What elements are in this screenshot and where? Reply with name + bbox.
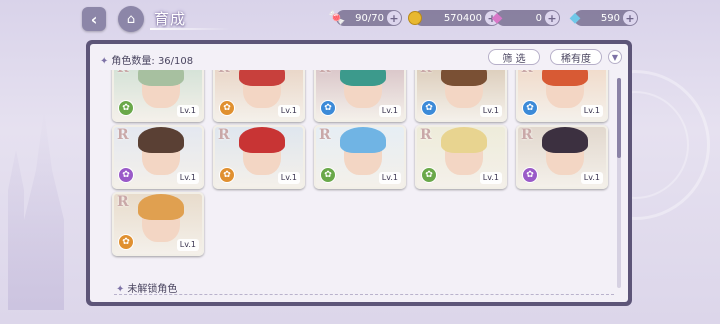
add-blue-gem-button[interactable]: + bbox=[623, 11, 637, 25]
character-card[interactable]: R ✿ Lv.1 bbox=[314, 70, 406, 122]
character-portrait-hair bbox=[239, 70, 285, 86]
rarity-badge: R bbox=[117, 70, 129, 76]
level-badge: Lv.1 bbox=[378, 105, 401, 117]
character-card[interactable]: R ✿ Lv.1 bbox=[314, 125, 406, 189]
blue-gem-counter: ◆ 590 + bbox=[570, 10, 638, 26]
character-count: ✦ 角色数量: 36/108 bbox=[100, 52, 193, 67]
character-portrait-hair bbox=[542, 70, 588, 86]
level-badge: Lv.1 bbox=[580, 172, 603, 184]
level-badge: Lv.1 bbox=[479, 105, 502, 117]
character-portrait-hair bbox=[138, 70, 184, 86]
sort-toggle-icon: ▼ bbox=[611, 52, 619, 62]
character-panel: ✦角色数量: 36/108 筛 选 稀有度 ▼ R ✿ Lv.1 R ✿ Lv.1 R ✿ Lv… bbox=[86, 40, 632, 306]
character-portrait-hair bbox=[340, 127, 386, 153]
scrollbar[interactable] bbox=[617, 78, 621, 288]
character-grid: R ✿ Lv.1 R ✿ Lv.1 R ✿ Lv.1 R ✿ Lv.1 R ✿ Lv.1 R ✿ Lv.1 R ✿ Lv… bbox=[108, 70, 612, 290]
character-portrait-hair bbox=[542, 127, 588, 153]
scrollbar-thumb[interactable] bbox=[617, 78, 621, 158]
home-button[interactable]: ⌂ bbox=[118, 6, 144, 32]
level-badge: Lv.1 bbox=[378, 172, 401, 184]
element-icon: ✿ bbox=[219, 167, 235, 183]
character-panel-body: ✦角色数量: 36/108 筛 选 稀有度 ▼ R ✿ Lv.1 R ✿ Lv.1 R ✿ Lv… bbox=[90, 44, 628, 302]
rarity-sort-button[interactable]: 稀有度 bbox=[550, 49, 602, 65]
stamina-value: 90/70 bbox=[355, 12, 384, 24]
element-icon: ✿ bbox=[522, 167, 538, 183]
rarity-badge: R bbox=[117, 194, 129, 210]
page-title: 育成 bbox=[154, 10, 187, 28]
panel-header: ✦ 角色数量: 36/108 筛 选 稀有度 ▼ bbox=[90, 44, 628, 72]
level-badge: Lv.1 bbox=[176, 172, 199, 184]
level-badge: Lv.1 bbox=[277, 172, 300, 184]
rarity-badge: R bbox=[521, 127, 533, 143]
element-icon: ✿ bbox=[118, 100, 134, 116]
coin-icon bbox=[405, 8, 425, 28]
element-icon: ✿ bbox=[320, 167, 336, 183]
add-pink-gem-button[interactable]: + bbox=[545, 11, 559, 25]
element-icon: ✿ bbox=[421, 100, 437, 116]
rarity-badge: R bbox=[420, 70, 432, 76]
element-icon: ✿ bbox=[118, 167, 134, 183]
character-card[interactable]: R ✿ Lv.1 bbox=[213, 70, 305, 122]
sort-toggle-button[interactable]: ▼ bbox=[608, 50, 622, 64]
back-arrow-icon: ‹ bbox=[90, 9, 98, 29]
rarity-badge: R bbox=[218, 70, 230, 76]
background-castle bbox=[8, 110, 64, 310]
level-badge: Lv.1 bbox=[277, 105, 300, 117]
stamina-counter: 🍬 90/70 + bbox=[328, 10, 402, 26]
coin-value: 570400 bbox=[443, 12, 482, 24]
level-badge: Lv.1 bbox=[176, 105, 199, 117]
locked-section-divider bbox=[114, 294, 614, 295]
rarity-badge: R bbox=[521, 70, 533, 76]
home-icon: ⌂ bbox=[126, 11, 136, 27]
back-button[interactable]: ‹ bbox=[82, 7, 106, 31]
character-card[interactable]: R ✿ Lv.1 bbox=[112, 192, 204, 256]
character-portrait-hair bbox=[138, 127, 184, 153]
element-icon: ✿ bbox=[118, 234, 134, 250]
element-icon: ✿ bbox=[219, 100, 235, 116]
character-portrait-hair bbox=[441, 127, 487, 153]
character-card[interactable]: R ✿ Lv.1 bbox=[516, 70, 608, 122]
rarity-badge: R bbox=[117, 127, 129, 143]
character-card[interactable]: R ✿ Lv.1 bbox=[112, 70, 204, 122]
character-count-text: 角色数量: 36/108 bbox=[111, 56, 194, 67]
pink-gem-counter: ◆ 0 + bbox=[492, 10, 560, 26]
rarity-badge: R bbox=[218, 127, 230, 143]
character-portrait-hair bbox=[340, 70, 386, 86]
blue-gem-icon: ◆ bbox=[569, 10, 581, 26]
sparkle-icon: ✦ bbox=[100, 56, 109, 67]
pink-gem-value: 0 bbox=[535, 12, 542, 24]
character-card[interactable]: R ✿ Lv.1 bbox=[213, 125, 305, 189]
rarity-badge: R bbox=[319, 127, 331, 143]
character-card[interactable]: R ✿ Lv.1 bbox=[415, 125, 507, 189]
character-card[interactable]: R ✿ Lv.1 bbox=[415, 70, 507, 122]
level-badge: Lv.1 bbox=[479, 172, 502, 184]
add-stamina-button[interactable]: + bbox=[387, 11, 401, 25]
character-card[interactable]: R ✿ Lv.1 bbox=[516, 125, 608, 189]
rarity-badge: R bbox=[319, 70, 331, 76]
level-badge: Lv.1 bbox=[580, 105, 603, 117]
top-bar: ‹ ⌂ 育成 🍬 90/70 + 570400 + ◆ 0 + ◆ 590 + bbox=[0, 0, 720, 38]
element-icon: ✿ bbox=[421, 167, 437, 183]
candy-icon: 🍬 bbox=[328, 10, 346, 26]
filter-button[interactable]: 筛 选 bbox=[488, 49, 540, 65]
title-underline bbox=[150, 28, 230, 30]
blue-gem-value: 590 bbox=[600, 12, 620, 24]
character-portrait-hair bbox=[239, 127, 285, 153]
character-portrait-hair bbox=[441, 70, 487, 86]
pink-gem-icon: ◆ bbox=[491, 10, 503, 26]
rarity-badge: R bbox=[420, 127, 432, 143]
locked-section-header: ✦ 未解锁角色 bbox=[116, 280, 177, 295]
character-card[interactable]: R ✿ Lv.1 bbox=[112, 125, 204, 189]
level-badge: Lv.1 bbox=[176, 239, 199, 251]
element-icon: ✿ bbox=[522, 100, 538, 116]
element-icon: ✿ bbox=[320, 100, 336, 116]
character-portrait-hair bbox=[138, 194, 184, 220]
